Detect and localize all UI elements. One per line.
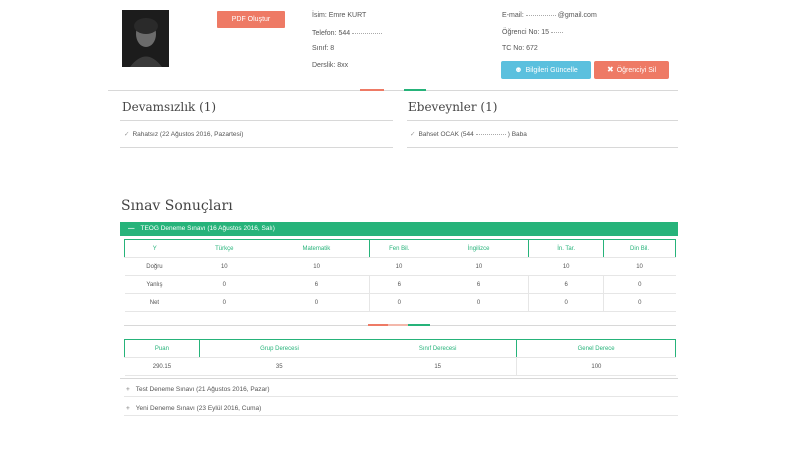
update-label: Bilgileri Güncelle bbox=[525, 67, 578, 74]
class-info: Sınıf: 8 bbox=[312, 45, 335, 52]
phone-label: Telefon: 544 bbox=[312, 30, 351, 37]
name-info: İsim: Emre KURT bbox=[312, 12, 367, 19]
section-info: Derslik: 8xx bbox=[312, 62, 349, 69]
table-cell: 6 bbox=[264, 275, 370, 294]
email-suffix: @gmail.com bbox=[557, 12, 597, 19]
table-cell: 10 bbox=[528, 257, 604, 276]
table-cell: 6 bbox=[368, 275, 429, 294]
table-cell: 10 bbox=[428, 257, 529, 276]
accent-orange bbox=[368, 324, 388, 326]
parent-item-suffix: ) Baba bbox=[507, 131, 527, 138]
check-icon: ✓ bbox=[410, 131, 416, 138]
table-cell: 0 bbox=[264, 293, 370, 312]
accent-green bbox=[404, 89, 426, 91]
table-cell: Doğru bbox=[124, 257, 185, 276]
table-cell: 15 bbox=[359, 357, 517, 376]
accent-green bbox=[408, 324, 430, 326]
column-header: Y bbox=[124, 239, 185, 258]
exam-title: TEOG Deneme Sınavı (16 Ağustos 2016, Sal… bbox=[140, 225, 275, 232]
check-icon: ✓ bbox=[124, 131, 130, 138]
user-icon: ☻ bbox=[514, 65, 523, 74]
accent-light bbox=[388, 324, 408, 326]
table-cell: 290.15 bbox=[124, 357, 200, 376]
email-info: E-mail: @gmail.com bbox=[502, 12, 597, 19]
delete-student-button[interactable]: ✖ Öğrenciyi Sil bbox=[594, 61, 669, 79]
attendance-item-text: Rahatsız (22 Ağustos 2016, Pazartesi) bbox=[132, 131, 244, 138]
table-header-row: Y Türkçe Matematik Fen Bil. İngilizce İn… bbox=[124, 239, 676, 258]
table-row: Doğru 10 10 10 10 10 10 bbox=[124, 257, 676, 276]
divider bbox=[120, 378, 678, 379]
avatar bbox=[122, 10, 169, 67]
table-cell: 0 bbox=[603, 293, 676, 312]
exam-accordion-header[interactable]: — TEOG Deneme Sınavı (16 Ağustos 2016, Sa… bbox=[120, 222, 678, 236]
delete-label: Öğrenciyi Sil bbox=[616, 67, 656, 74]
table-row: Net 0 0 0 0 0 0 bbox=[124, 293, 676, 312]
parent-item: ✓ Bahset OCAK (544 ) Baba bbox=[410, 130, 527, 138]
table-cell: 35 bbox=[199, 357, 360, 376]
parent-item-text: Bahset OCAK (544 bbox=[418, 131, 474, 138]
redacted-mark bbox=[525, 14, 556, 16]
plus-icon: + bbox=[126, 405, 130, 412]
phone-info: Telefon: 544 bbox=[312, 30, 384, 37]
table-cell: 10 bbox=[264, 257, 370, 276]
table-cell: 10 bbox=[184, 257, 265, 276]
table-cell: 0 bbox=[528, 293, 604, 312]
table-header-row: Puan Grup Derecesi Sınıf Derecesi Genel … bbox=[124, 339, 676, 358]
column-header: Matematik bbox=[264, 239, 370, 258]
divider bbox=[407, 147, 678, 148]
pdf-create-button[interactable]: PDF Oluştur bbox=[217, 11, 285, 28]
divider bbox=[108, 90, 678, 91]
close-icon: ✖ bbox=[607, 65, 614, 74]
divider bbox=[120, 147, 393, 148]
exam-accordion-item[interactable]: + Yeni Deneme Sınavı (23 Eylül 2016, Cuma… bbox=[124, 402, 678, 416]
column-header: Grup Derecesi bbox=[198, 339, 360, 358]
column-header: İngilizce bbox=[428, 239, 529, 258]
column-header: Türkçe bbox=[184, 239, 265, 258]
tc-info: TC No: 672 bbox=[502, 45, 538, 52]
redacted-mark bbox=[551, 31, 564, 33]
column-header: Fen Bil. bbox=[368, 239, 429, 258]
table-cell: 10 bbox=[603, 257, 676, 276]
table-cell: 10 bbox=[369, 257, 429, 276]
divider bbox=[120, 120, 393, 121]
table-cell: Net bbox=[124, 293, 185, 312]
student-no-label: Öğrenci No: 15 bbox=[502, 29, 550, 36]
subject-results-table: Y Türkçe Matematik Fen Bil. İngilizce İn… bbox=[124, 239, 676, 312]
column-header: Din Bil. bbox=[603, 239, 676, 258]
redacted-mark bbox=[475, 133, 506, 135]
column-header: Puan bbox=[124, 339, 200, 358]
exam-title: Yeni Deneme Sınavı (23 Eylül 2016, Cuma) bbox=[135, 405, 262, 412]
table-cell: 100 bbox=[516, 357, 676, 376]
parents-title: Ebeveynler (1) bbox=[408, 100, 498, 114]
table-cell: 0 bbox=[184, 275, 265, 294]
attendance-title: Devamsızlık (1) bbox=[122, 100, 217, 114]
table-cell: 6 bbox=[428, 275, 529, 294]
minus-icon: — bbox=[128, 225, 135, 232]
accent-orange bbox=[360, 89, 384, 91]
exam-results-title: Sınav Sonuçları bbox=[121, 198, 233, 214]
plus-icon: + bbox=[126, 386, 130, 393]
table-row: 290.15 35 15 100 bbox=[124, 357, 676, 376]
column-header: İn. Tar. bbox=[528, 239, 604, 258]
email-label: E-mail: bbox=[502, 12, 524, 19]
attendance-item: ✓ Rahatsız (22 Ağustos 2016, Pazartesi) bbox=[124, 130, 243, 138]
divider bbox=[407, 120, 678, 121]
table-cell: 0 bbox=[184, 293, 265, 312]
column-header: Genel Derece bbox=[516, 339, 676, 358]
table-cell: 0 bbox=[603, 275, 676, 294]
table-row: Yanlış 0 6 6 6 6 0 bbox=[124, 275, 676, 294]
exam-accordion-item[interactable]: + Test Deneme Sınavı (21 Ağustos 2016, Pa… bbox=[124, 383, 678, 397]
exam-title: Test Deneme Sınavı (21 Ağustos 2016, Paz… bbox=[135, 386, 270, 393]
table-cell: Yanlış bbox=[124, 275, 185, 294]
score-table: Puan Grup Derecesi Sınıf Derecesi Genel … bbox=[124, 339, 676, 376]
table-cell: 6 bbox=[528, 275, 604, 294]
update-info-button[interactable]: ☻ Bilgileri Güncelle bbox=[501, 61, 591, 79]
redacted-mark bbox=[352, 32, 383, 34]
table-cell: 0 bbox=[368, 293, 429, 312]
table-cell: 0 bbox=[428, 293, 529, 312]
student-no-info: Öğrenci No: 15 bbox=[502, 29, 565, 36]
column-header: Sınıf Derecesi bbox=[359, 339, 517, 358]
